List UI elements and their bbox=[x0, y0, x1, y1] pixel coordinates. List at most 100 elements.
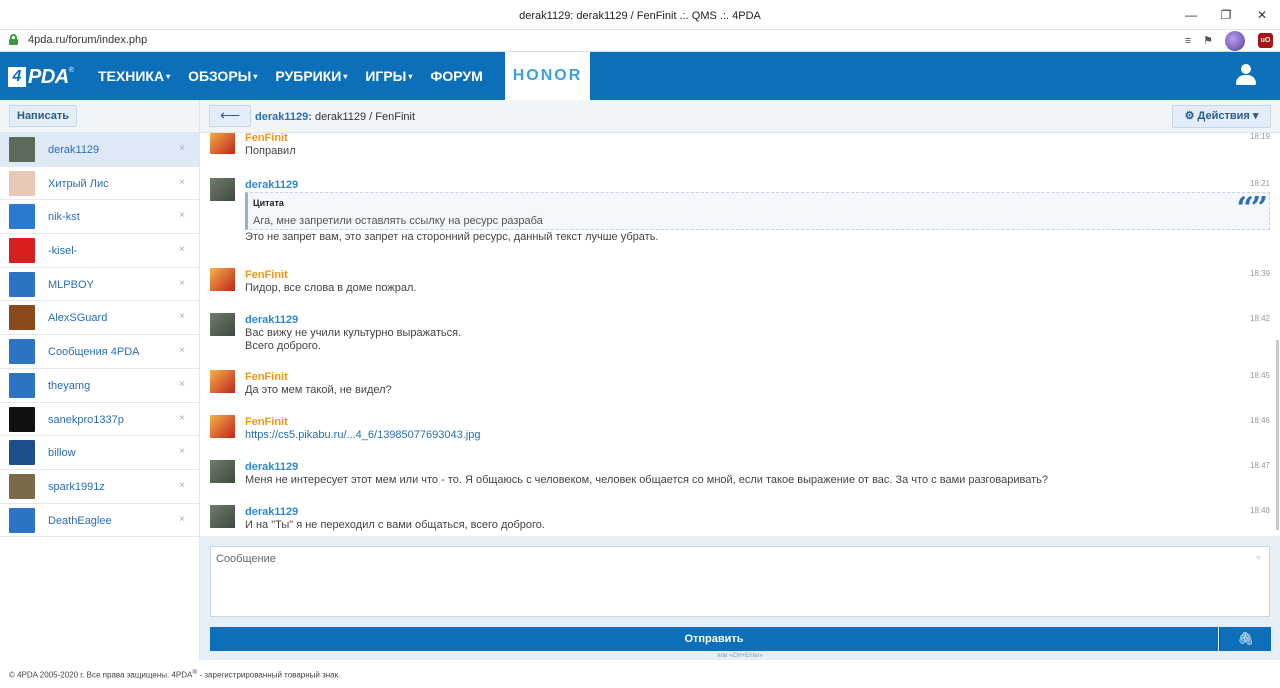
contact-name[interactable]: theyamg bbox=[48, 380, 90, 392]
caret-down-icon: ▾ bbox=[408, 72, 413, 81]
message-author[interactable]: derak1129 bbox=[245, 179, 298, 191]
message-text: Это не запрет вам, это запрет на сторонн… bbox=[245, 231, 659, 243]
nav-item-rubriki[interactable]: РУБРИКИ ▾ bbox=[275, 68, 347, 84]
contact-item[interactable]: MLPBOY × bbox=[0, 268, 199, 302]
site-logo[interactable]: 4 PDA ® bbox=[8, 66, 74, 88]
contact-name[interactable]: -kisel- bbox=[48, 245, 77, 257]
contact-name[interactable]: nik-kst bbox=[48, 211, 80, 223]
honor-promo-banner[interactable]: HONOR bbox=[505, 52, 590, 100]
message-author[interactable]: derak1129 bbox=[245, 461, 298, 473]
remove-contact-icon[interactable]: × bbox=[179, 210, 185, 221]
user-icon[interactable] bbox=[1236, 64, 1256, 86]
contact-avatar bbox=[9, 204, 35, 230]
message-text: Меня не интересует этот мем или что - то… bbox=[245, 474, 1048, 486]
reader-mode-icon[interactable]: ≡ bbox=[1180, 33, 1196, 49]
message-avatar[interactable] bbox=[210, 370, 235, 393]
nav-item-forum[interactable]: ФОРУМ bbox=[430, 68, 482, 84]
message-text: Вас вижу не учили культурно выражаться. bbox=[245, 327, 462, 339]
remove-contact-icon[interactable]: × bbox=[179, 413, 185, 424]
thread-owner[interactable]: derak1129: bbox=[255, 111, 312, 123]
contact-item[interactable]: derak1129 × bbox=[0, 133, 199, 167]
message-avatar[interactable] bbox=[210, 313, 235, 336]
browser-profile-avatar[interactable] bbox=[1225, 31, 1245, 51]
address-bar[interactable]: 4pda.ru/forum/index.php ≡ ⚑ uO bbox=[0, 30, 1280, 52]
contact-item[interactable]: DeathEaglee × bbox=[0, 504, 199, 538]
thread-participants: derak1129 / FenFinit bbox=[311, 111, 416, 123]
contact-name[interactable]: derak1129 bbox=[48, 144, 99, 156]
quote-marks-icon: “” bbox=[1236, 191, 1267, 226]
remove-contact-icon[interactable]: × bbox=[179, 379, 185, 390]
remove-contact-icon[interactable]: × bbox=[179, 143, 185, 154]
contact-item[interactable]: Хитрый Лис × bbox=[0, 167, 199, 201]
message-text: И на "Ты" я не переходил с вами общаться… bbox=[245, 519, 545, 531]
sidebar-toolbar: Написать bbox=[0, 100, 199, 133]
remove-contact-icon[interactable]: × bbox=[179, 345, 185, 356]
contact-name[interactable]: Хитрый Лис bbox=[48, 178, 109, 190]
contact-avatar bbox=[9, 305, 35, 331]
contact-name[interactable]: MLPBOY bbox=[48, 279, 94, 291]
contact-list: derak1129 × Хитрый Лис × nik-kst × -kisel- × MLP… bbox=[0, 133, 199, 538]
contact-item[interactable]: -kisel- × bbox=[0, 234, 199, 268]
remove-contact-icon[interactable]: × bbox=[179, 177, 185, 188]
message-input[interactable]: Сообщение ○ bbox=[210, 546, 1270, 617]
ublock-extension-icon[interactable]: uO bbox=[1258, 33, 1273, 48]
contact-name[interactable]: billow bbox=[48, 447, 76, 459]
message-author[interactable]: derak1129 bbox=[245, 314, 298, 326]
contact-item[interactable]: billow × bbox=[0, 436, 199, 470]
send-button[interactable]: Отправить bbox=[210, 627, 1218, 651]
back-button[interactable]: ⟵ bbox=[209, 105, 251, 127]
copyright-text: © 4PDA 2005-2020 г. Все права защищены. … bbox=[9, 669, 341, 680]
attach-file-icon[interactable]: 🖇 bbox=[1219, 627, 1271, 651]
message-text: Всего доброго. bbox=[245, 340, 321, 352]
bookmark-icon[interactable]: ⚑ bbox=[1200, 33, 1216, 49]
contact-item[interactable]: theyamg × bbox=[0, 369, 199, 403]
remove-contact-icon[interactable]: × bbox=[179, 514, 185, 525]
message-link[interactable]: https://cs5.pikabu.ru/...4_6/13985077693… bbox=[245, 429, 480, 441]
window-titlebar: derak1129: derak1129 / FenFinit .:. QMS … bbox=[0, 0, 1280, 30]
remove-contact-icon[interactable]: × bbox=[179, 480, 185, 491]
message-author[interactable]: FenFinit bbox=[245, 416, 288, 428]
message-avatar[interactable] bbox=[210, 505, 235, 528]
write-message-button[interactable]: Написать bbox=[9, 105, 77, 127]
contact-name[interactable]: spark1991z bbox=[48, 481, 105, 493]
message-author[interactable]: FenFinit bbox=[245, 371, 288, 383]
message-author[interactable]: FenFinit bbox=[245, 269, 288, 281]
message-avatar[interactable] bbox=[210, 415, 235, 438]
actions-dropdown-button[interactable]: ⚙ Действия ▾ bbox=[1172, 105, 1271, 128]
message-avatar[interactable] bbox=[210, 178, 235, 201]
contact-item[interactable]: nik-kst × bbox=[0, 200, 199, 235]
remove-contact-icon[interactable]: × bbox=[179, 446, 185, 457]
message-scrollbar[interactable] bbox=[1276, 340, 1279, 530]
message-author[interactable]: derak1129 bbox=[245, 506, 298, 518]
message-avatar[interactable] bbox=[210, 268, 235, 291]
remove-contact-icon[interactable]: × bbox=[179, 278, 185, 289]
message-avatar[interactable] bbox=[210, 133, 235, 154]
remove-contact-icon[interactable]: × bbox=[179, 244, 185, 255]
contact-item[interactable]: sanekpro1337p × bbox=[0, 403, 199, 437]
contact-item[interactable]: Сообщения 4PDA × bbox=[0, 335, 199, 369]
url-text[interactable]: 4pda.ru/forum/index.php bbox=[28, 34, 147, 46]
logo-mark: 4 bbox=[8, 67, 26, 87]
message-author[interactable]: FenFinit bbox=[245, 133, 288, 144]
contact-name[interactable]: AlexSGuard bbox=[48, 312, 107, 324]
contact-name[interactable]: DeathEaglee bbox=[48, 515, 112, 527]
contacts-sidebar: Написать derak1129 × Хитрый Лис × nik-kst × -k… bbox=[0, 100, 200, 660]
nav-item-igry[interactable]: ИГРЫ ▾ bbox=[365, 68, 412, 84]
close-window-button[interactable]: ✕ bbox=[1252, 6, 1272, 24]
contact-name[interactable]: Сообщения 4PDA bbox=[48, 346, 140, 358]
contact-item[interactable]: AlexSGuard × bbox=[0, 301, 199, 336]
message-text: Поправил bbox=[245, 145, 296, 157]
contact-avatar bbox=[9, 473, 35, 499]
smiley-icon[interactable]: ○ bbox=[1256, 553, 1261, 562]
contact-item[interactable]: spark1991z × bbox=[0, 470, 199, 504]
message-time: 18:46 bbox=[1249, 416, 1270, 425]
nav-item-obzory[interactable]: ОБЗОРЫ ▾ bbox=[188, 68, 257, 84]
minimize-button[interactable]: — bbox=[1181, 6, 1201, 24]
contact-name[interactable]: sanekpro1337p bbox=[48, 414, 124, 426]
main-nav: ТЕХНИКА ▾ ОБЗОРЫ ▾ РУБРИКИ ▾ ИГРЫ ▾ ФОРУМ bbox=[98, 68, 501, 84]
message-time: 18:45 bbox=[1249, 371, 1270, 380]
remove-contact-icon[interactable]: × bbox=[179, 311, 185, 322]
restore-button[interactable]: ❐ bbox=[1216, 6, 1236, 24]
message-avatar[interactable] bbox=[210, 460, 235, 483]
nav-item-tekhnika[interactable]: ТЕХНИКА ▾ bbox=[98, 68, 170, 84]
